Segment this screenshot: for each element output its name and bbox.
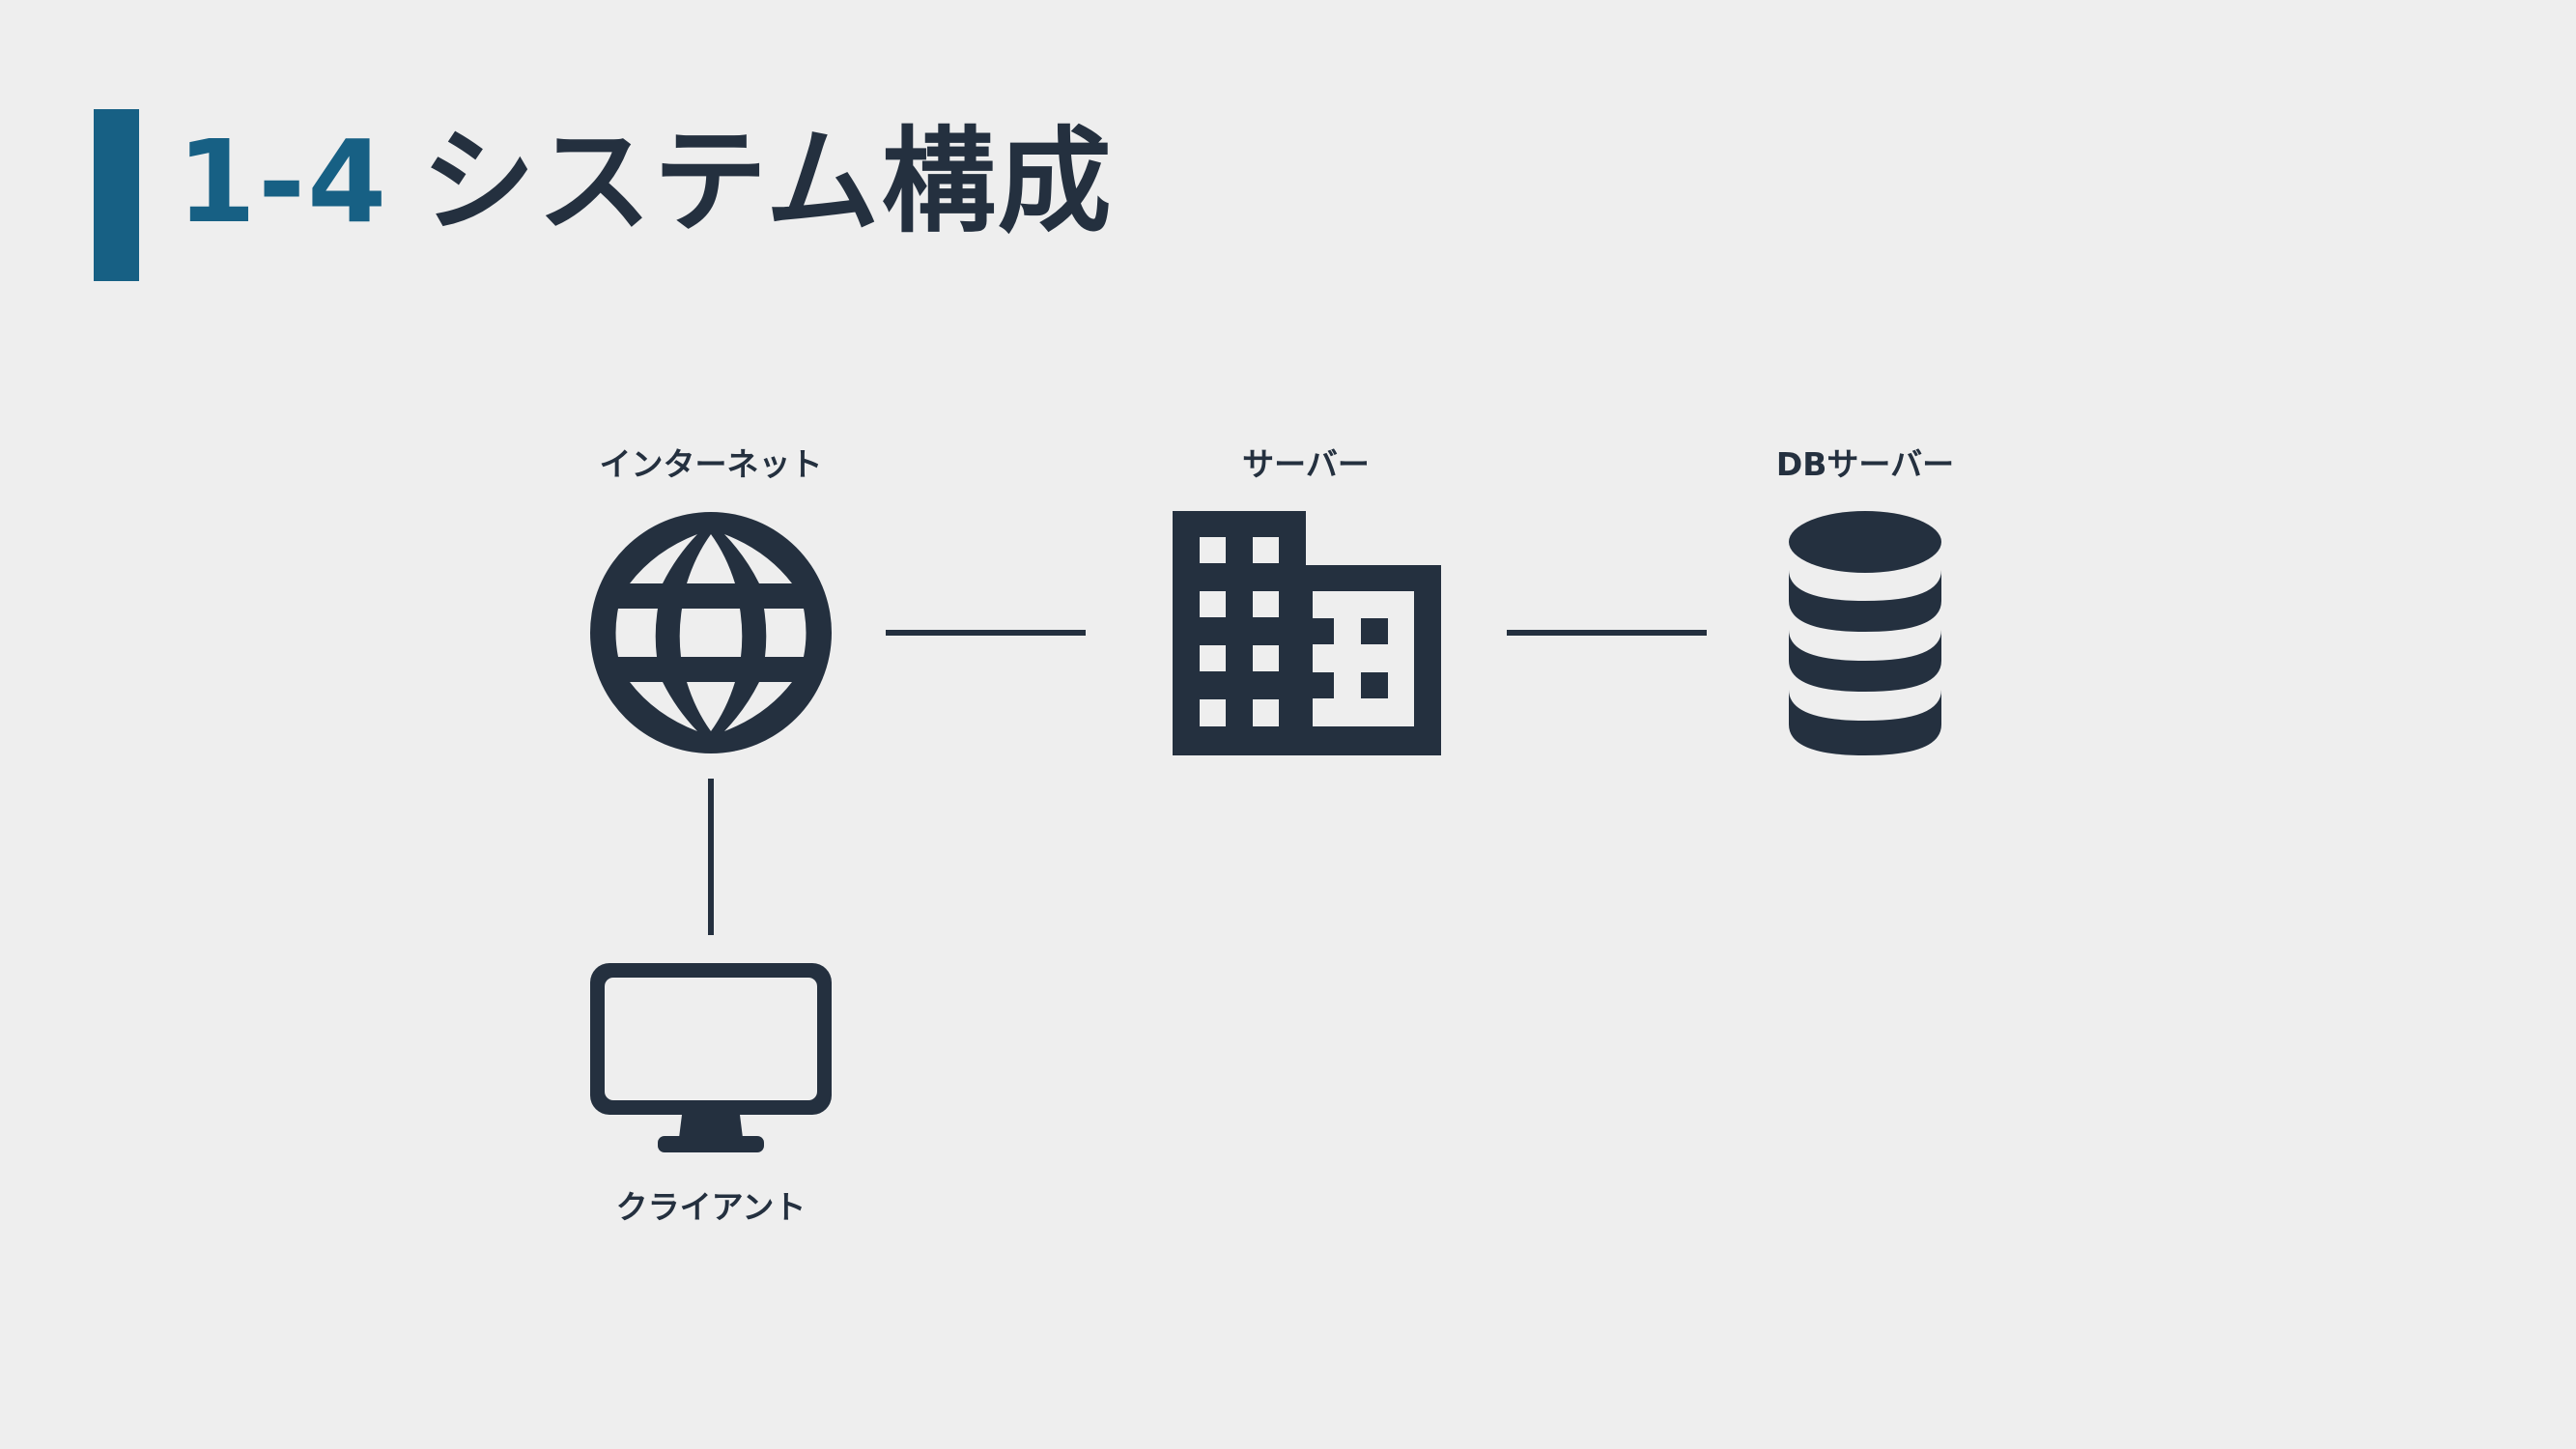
building-icon (1173, 511, 1441, 755)
monitor-icon (590, 963, 832, 1152)
system-diagram (590, 511, 1941, 1152)
database-icon (1789, 511, 1941, 755)
globe-icon (590, 512, 832, 753)
